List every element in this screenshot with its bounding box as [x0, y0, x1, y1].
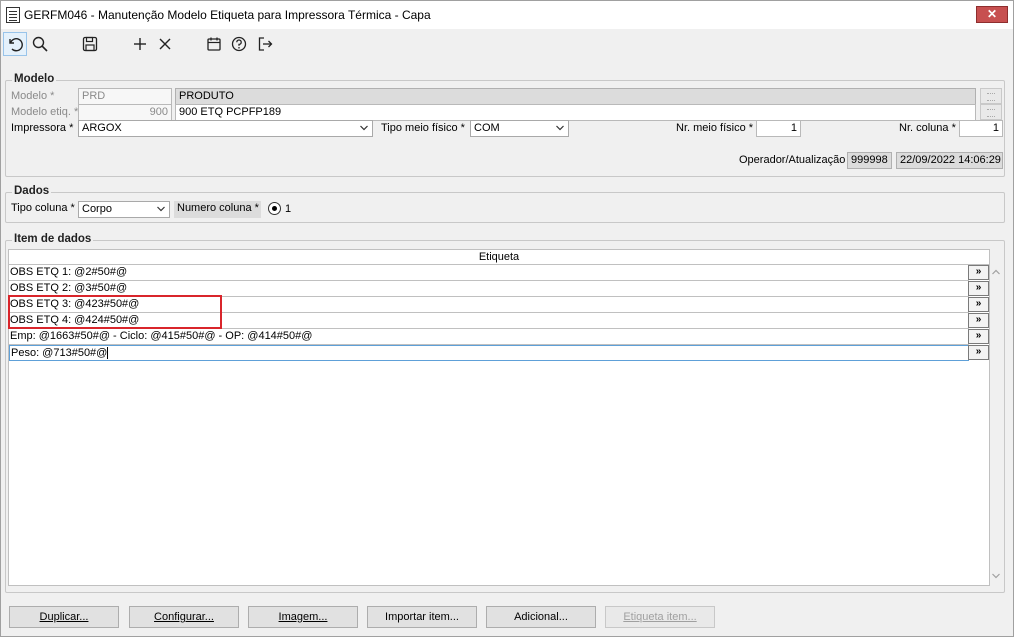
table-row[interactable]: Emp: @1663#50#@ - Ciclo: @415#50#@ - OP:… [9, 329, 969, 345]
modelo-etiq-desc-field: 900 ETQ PCPFP189 [175, 104, 976, 121]
adicional-button[interactable]: Adicional... [486, 606, 596, 628]
text-cursor [107, 347, 109, 360]
etiqueta-item-label: Etiqueta item... [623, 611, 697, 623]
numero-coluna-value: 1 [285, 203, 292, 215]
configurar-label: Configurar... [154, 611, 214, 623]
row-detail-button[interactable]: » [968, 265, 989, 280]
close-button[interactable]: ✕ [976, 6, 1008, 23]
row-detail-button[interactable]: » [968, 281, 989, 296]
exit-icon[interactable] [253, 32, 277, 56]
nr-meio-label: Nr. meio físico * [676, 122, 754, 134]
importar-label: Importar item... [385, 611, 459, 623]
row-detail-button[interactable]: » [968, 329, 989, 344]
add-icon[interactable] [128, 32, 152, 56]
numero-coluna-label: Numero coluna * [174, 201, 261, 218]
row-detail-button[interactable]: » [968, 297, 989, 312]
duplicar-button[interactable]: Duplicar... [9, 606, 119, 628]
toolbar [1, 29, 1013, 59]
grid-scrollbar[interactable] [989, 265, 1003, 586]
title-bar: GERFM046 - Manutenção Modelo Etiqueta pa… [1, 1, 1013, 29]
etiqueta-item-button[interactable]: Etiqueta item... [605, 606, 715, 628]
row-text: Peso: @713#50#@ [11, 347, 108, 359]
search-icon[interactable] [28, 32, 52, 56]
main-window: GERFM046 - Manutenção Modelo Etiqueta pa… [0, 0, 1014, 637]
nr-meio-field[interactable]: 1 [756, 120, 801, 137]
tipo-meio-value: COM [474, 122, 500, 134]
item-dados-legend: Item de dados [12, 233, 94, 245]
delete-icon[interactable] [153, 32, 177, 56]
help-icon[interactable] [227, 32, 251, 56]
tipo-meio-select[interactable]: COM [470, 120, 569, 137]
impressora-value: ARGOX [82, 122, 122, 134]
scroll-up-icon[interactable] [991, 267, 1001, 277]
adicional-label: Adicional... [514, 611, 568, 623]
modelo-desc-field: PRODUTO [175, 88, 976, 105]
highlight-annotation [8, 295, 222, 329]
imagem-button[interactable]: Imagem... [248, 606, 358, 628]
operador-field: 999998 [847, 152, 892, 169]
dados-legend: Dados [12, 185, 52, 197]
modelo-label: Modelo * [11, 90, 55, 102]
undo-icon[interactable] [3, 32, 27, 56]
modelo-legend: Modelo [12, 73, 57, 85]
chevron-down-icon [157, 206, 165, 212]
save-icon[interactable] [78, 32, 102, 56]
calendar-icon[interactable] [202, 32, 226, 56]
row-text: OBS ETQ 1: @2#50#@ [10, 266, 128, 278]
imagem-label: Imagem... [278, 611, 328, 623]
modelo-code-field[interactable]: PRD [78, 88, 172, 105]
operador-label: Operador/Atualização [739, 154, 846, 166]
table-row-editing[interactable]: Peso: @713#50#@ [9, 345, 969, 361]
chevron-down-icon [360, 125, 368, 131]
column-header-etiqueta: Etiqueta [9, 250, 989, 265]
modelo-etiq-lookup-button[interactable] [980, 104, 1002, 120]
modelo-lookup-button[interactable] [980, 88, 1002, 104]
window-title: GERFM046 - Manutenção Modelo Etiqueta pa… [24, 8, 431, 22]
scroll-down-icon[interactable] [991, 571, 1001, 581]
row-detail-button[interactable]: » [968, 313, 989, 328]
nr-coluna-label: Nr. coluna * [899, 122, 956, 134]
modelo-etiq-label: Modelo etiq. * [11, 106, 79, 118]
tipo-coluna-label: Tipo coluna * [11, 202, 75, 214]
document-icon [6, 7, 20, 23]
impressora-label: Impressora * [11, 122, 74, 134]
configurar-button[interactable]: Configurar... [129, 606, 239, 628]
row-detail-button[interactable]: » [968, 345, 989, 360]
duplicar-label: Duplicar... [39, 611, 89, 623]
tipo-coluna-value: Corpo [82, 203, 112, 215]
table-row[interactable]: OBS ETQ 1: @2#50#@ [9, 265, 969, 281]
row-text: OBS ETQ 2: @3#50#@ [10, 282, 128, 294]
tipo-meio-label: Tipo meio físico * [381, 122, 465, 134]
row-text: Emp: @1663#50#@ - Ciclo: @415#50#@ - OP:… [10, 330, 313, 342]
nr-coluna-field[interactable]: 1 [959, 120, 1003, 137]
chevron-down-icon [556, 125, 564, 131]
importar-item-button[interactable]: Importar item... [367, 606, 477, 628]
atualizacao-field: 22/09/2022 14:06:29 [896, 152, 1003, 169]
numero-coluna-radio[interactable] [268, 202, 281, 215]
modelo-etiq-code-field[interactable]: 900 [78, 104, 172, 121]
tipo-coluna-select[interactable]: Corpo [78, 201, 170, 218]
impressora-select[interactable]: ARGOX [78, 120, 373, 137]
